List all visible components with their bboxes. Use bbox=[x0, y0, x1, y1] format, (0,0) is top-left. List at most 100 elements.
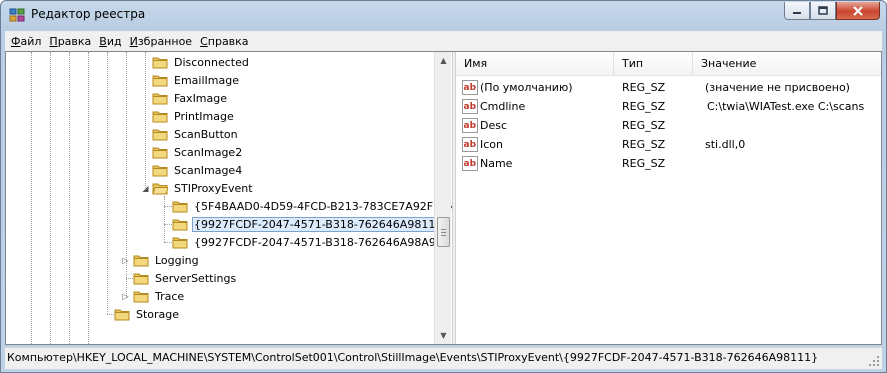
value-data bbox=[705, 154, 881, 173]
tree-guide-line bbox=[145, 52, 146, 188]
window-controls bbox=[784, 2, 880, 20]
resize-grip-icon[interactable] bbox=[868, 355, 880, 367]
tree-item[interactable]: FaxImage bbox=[152, 89, 229, 107]
tree-connector bbox=[107, 314, 114, 315]
tree-item[interactable]: ScanButton bbox=[152, 125, 240, 143]
svg-text:ab: ab bbox=[464, 83, 477, 93]
value-name: Icon bbox=[480, 138, 503, 151]
maximize-button[interactable] bbox=[810, 2, 836, 20]
menu-view[interactable]: Вид bbox=[99, 35, 121, 48]
tree-item-label: PrintImage bbox=[174, 109, 234, 123]
list-row[interactable]: ab Name REG_SZ bbox=[456, 154, 881, 173]
folder-icon bbox=[152, 57, 168, 69]
open-folder-icon bbox=[152, 183, 168, 195]
scroll-down-arrow-icon[interactable]: ▼ bbox=[435, 327, 452, 344]
tree-guide-line bbox=[69, 52, 70, 344]
string-value-icon: ab bbox=[462, 118, 478, 133]
string-value-icon: ab bbox=[462, 99, 478, 114]
menu-edit[interactable]: Правка bbox=[49, 35, 91, 48]
value-type: REG_SZ bbox=[622, 119, 666, 132]
value-data bbox=[705, 116, 881, 135]
menu-file[interactable]: Файл bbox=[11, 35, 41, 48]
column-header-name[interactable]: Имя bbox=[456, 52, 614, 76]
client-area: Disconnected EmailImage FaxImage PrintIm… bbox=[5, 51, 882, 345]
folder-icon bbox=[152, 93, 168, 105]
window-title: Редактор реестра bbox=[31, 7, 146, 21]
column-header-type[interactable]: Тип bbox=[614, 52, 693, 76]
tree-guide-line bbox=[164, 196, 165, 242]
tree-guide-line bbox=[107, 52, 108, 314]
expand-arrow-icon[interactable]: ▷ bbox=[121, 292, 130, 301]
tree-item[interactable]: PrintImage bbox=[152, 107, 236, 125]
tree-item-label: FaxImage bbox=[174, 91, 228, 105]
value-name: (По умолчанию) bbox=[480, 81, 573, 94]
tree-item[interactable]: ScanImage4 bbox=[152, 161, 244, 179]
status-key-path: Компьютер\HKEY_LOCAL_MACHINE\SYSTEM\Cont… bbox=[7, 351, 819, 364]
registry-editor-window: Редактор реестра Файл Правка Вид Избранн… bbox=[0, 0, 887, 373]
value-type: REG_SZ bbox=[622, 138, 666, 151]
tree-item-label: ScanButton bbox=[174, 127, 238, 141]
status-bar: Компьютер\HKEY_LOCAL_MACHINE\SYSTEM\Cont… bbox=[5, 347, 882, 369]
tree-item-label: STIProxyEvent bbox=[174, 181, 253, 195]
tree-vertical-scrollbar[interactable]: ▲ ▼ bbox=[434, 52, 451, 344]
tree-connector bbox=[164, 242, 172, 243]
column-header-value[interactable]: Значение bbox=[693, 52, 881, 76]
list-row[interactable]: ab Cmdline REG_SZ C:\twia\WIATest.exe C:… bbox=[456, 97, 881, 116]
string-value-icon: ab bbox=[462, 80, 478, 95]
close-button[interactable] bbox=[836, 2, 880, 20]
menu-bar: Файл Правка Вид Избранное Справка bbox=[5, 31, 882, 51]
tree-item[interactable]: {9927FCDF-2047-4571-B318-762646A98A93} bbox=[172, 233, 452, 251]
list-row[interactable]: ab Desc REG_SZ bbox=[456, 116, 881, 135]
tree-item-stiproxyevent[interactable]: STIProxyEvent bbox=[152, 179, 255, 197]
registry-tree[interactable]: Disconnected EmailImage FaxImage PrintIm… bbox=[6, 52, 454, 344]
tree-guide-line bbox=[31, 52, 32, 344]
tree-item[interactable]: ScanImage2 bbox=[152, 143, 244, 161]
tree-item-label: {9927FCDF-2047-4571-B318-762646A98111} bbox=[192, 216, 452, 232]
registry-app-icon bbox=[9, 8, 25, 22]
tree-item[interactable]: Logging bbox=[133, 251, 201, 269]
value-name: Cmdline bbox=[480, 100, 526, 113]
minimize-button[interactable] bbox=[784, 2, 810, 20]
tree-connector bbox=[126, 278, 133, 279]
value-type: REG_SZ bbox=[622, 100, 666, 113]
tree-item-selected[interactable]: {9927FCDF-2047-4571-B318-762646A98111} bbox=[172, 215, 452, 233]
value-type: REG_SZ bbox=[622, 81, 666, 94]
folder-icon bbox=[152, 147, 168, 159]
values-list[interactable]: Имя Тип Значение ab (По умолчанию) REG_S… bbox=[456, 52, 881, 344]
menu-help[interactable]: Справка bbox=[200, 35, 248, 48]
folder-icon bbox=[133, 255, 149, 267]
value-name: Name bbox=[480, 157, 513, 170]
tree-item[interactable]: ServerSettings bbox=[133, 269, 238, 287]
expand-arrow-icon[interactable]: ▷ bbox=[121, 256, 130, 265]
tree-item[interactable]: Trace bbox=[133, 287, 186, 305]
tree-item-label: {5F4BAAD0-4D59-4FCD-B213-783CE7A92F22} bbox=[194, 199, 454, 213]
tree-item-label: Logging bbox=[155, 253, 199, 267]
tree-item[interactable]: {5F4BAAD0-4D59-4FCD-B213-783CE7A92F22} bbox=[172, 197, 454, 215]
close-icon bbox=[853, 5, 863, 16]
scroll-thumb[interactable] bbox=[437, 217, 450, 247]
folder-icon bbox=[152, 165, 168, 177]
tree-item-label: ScanImage2 bbox=[174, 145, 243, 159]
scroll-up-arrow-icon[interactable]: ▲ bbox=[435, 52, 452, 69]
folder-icon bbox=[172, 219, 188, 231]
list-row[interactable]: ab (По умолчанию) REG_SZ (значение не пр… bbox=[456, 78, 881, 97]
tree-connector bbox=[164, 224, 172, 225]
tree-item[interactable]: Disconnected bbox=[152, 53, 251, 71]
list-row[interactable]: ab Icon REG_SZ sti.dll,0 bbox=[456, 135, 881, 154]
folder-icon bbox=[172, 237, 188, 249]
folder-icon bbox=[114, 309, 130, 321]
collapse-arrow-icon[interactable]: ◢ bbox=[141, 184, 150, 193]
folder-icon bbox=[152, 129, 168, 141]
tree-item[interactable]: EmailImage bbox=[152, 71, 241, 89]
title-bar[interactable]: Редактор реестра bbox=[1, 1, 886, 29]
tree-guide-line bbox=[50, 52, 51, 344]
menu-favorites[interactable]: Избранное bbox=[130, 35, 192, 48]
svg-text:ab: ab bbox=[464, 159, 477, 169]
tree-item-label: ScanImage4 bbox=[174, 163, 243, 177]
tree-item[interactable]: Storage bbox=[114, 305, 181, 323]
folder-icon bbox=[152, 75, 168, 87]
tree-item-label: EmailImage bbox=[174, 73, 239, 87]
minimize-icon bbox=[793, 11, 801, 14]
tree-item-label: ServerSettings bbox=[155, 271, 237, 285]
folder-icon bbox=[172, 201, 188, 213]
